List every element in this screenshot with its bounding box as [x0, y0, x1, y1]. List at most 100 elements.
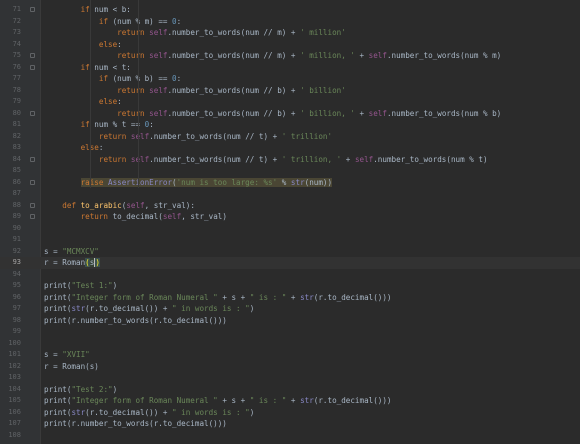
code-line[interactable]: 95 print("Test 1:")	[0, 280, 580, 292]
code-token: )	[249, 304, 255, 313]
code-token: self	[130, 131, 150, 141]
line-number: 71	[12, 5, 21, 13]
code-line[interactable]: 94	[0, 269, 580, 281]
code-line[interactable]: 90	[0, 223, 580, 235]
line-number: 102	[8, 361, 21, 370]
code-line[interactable]: 79 else:	[0, 96, 580, 108]
code-token: str	[300, 292, 314, 302]
code-line[interactable]: 75 return self.number_to_words(num // m)…	[0, 50, 580, 62]
code-token: )	[94, 258, 100, 267]
code-line[interactable]: 99	[0, 326, 580, 338]
code-text: else:	[44, 96, 122, 108]
code-line[interactable]: 89 return to_decimal(self, str_val)	[0, 211, 580, 223]
code-line[interactable]: 92 s = "MCMXCV"	[0, 246, 580, 258]
code-text: if num < b:	[44, 4, 131, 16]
code-line[interactable]: 86 raise AssertionError('num is too larg…	[0, 177, 580, 189]
code-line[interactable]: 108	[0, 430, 580, 442]
code-line[interactable]: 73 return self.number_to_words(num // m)…	[0, 27, 580, 39]
code-token: print(r.number_to_words(r.to_decimal()))	[44, 419, 227, 428]
fold-marker-icon[interactable]	[30, 202, 35, 208]
code-token: " in words is : "	[172, 407, 250, 417]
code-line[interactable]: 107 print(r.number_to_words(r.to_decimal(…	[0, 418, 580, 430]
code-line[interactable]: 104 print("Test 2:")	[0, 384, 580, 396]
code-text: print("Test 1:")	[44, 280, 117, 292]
fold-marker-icon[interactable]	[30, 110, 35, 116]
code-line[interactable]: 101 s = "XVII"	[0, 349, 580, 361]
code-line[interactable]: 72 if (num % m) == 0:	[0, 16, 580, 28]
indent-guide	[138, 0, 139, 188]
code-token: )	[112, 281, 118, 290]
code-line[interactable]: 96 print("Integer form of Roman Numeral "…	[0, 292, 580, 304]
code-line[interactable]: 76 if num < t:	[0, 62, 580, 74]
code-token: str	[290, 177, 305, 187]
line-number: 83	[12, 143, 21, 151]
code-line[interactable]: 81 if num % t == 0:	[0, 119, 580, 131]
code-token: .number_to_words(num // b) +	[167, 108, 301, 118]
fold-marker-icon[interactable]	[30, 214, 35, 219]
code-token: 'num is too large: %s'	[176, 177, 278, 187]
code-line[interactable]: 91	[0, 234, 580, 246]
code-line[interactable]: 87	[0, 188, 580, 200]
code-line[interactable]: 83 else:	[0, 142, 580, 154]
code-line[interactable]: 74 else:	[0, 39, 580, 51]
code-line[interactable]: 100	[0, 338, 580, 350]
code-token: .number_to_words(num // t) +	[149, 154, 282, 164]
code-token: +	[341, 154, 355, 164]
code-text: print(r.number_to_words(r.to_decimal()))	[44, 315, 227, 327]
code-token: (num))	[304, 177, 333, 187]
line-number: 92	[12, 246, 21, 255]
code-token: AssertionError	[108, 177, 173, 187]
fold-marker-icon[interactable]	[30, 156, 35, 162]
code-token: self	[149, 28, 168, 37]
code-token: to_decimal(	[108, 212, 163, 221]
code-line[interactable]: 78 return self.number_to_words(num // b)…	[0, 85, 580, 97]
code-token: (	[172, 177, 177, 187]
code-token: self	[354, 154, 374, 164]
code-token: .number_to_words(num // b) +	[167, 85, 301, 95]
code-text: print("Test 2:")	[44, 384, 117, 396]
fold-marker-icon[interactable]	[30, 64, 35, 70]
line-number: 96	[12, 292, 21, 301]
code-line[interactable]: 84 return self.number_to_words(num // t)…	[0, 154, 580, 166]
fold-marker-icon[interactable]	[30, 7, 35, 12]
code-token: return	[98, 131, 127, 141]
code-line[interactable]: 105 print("Integer form of Roman Numeral …	[0, 395, 580, 407]
code-text: if (num % b) == 0:	[44, 73, 181, 85]
code-line[interactable]: 93 r = Roman(s)	[0, 257, 580, 269]
code-token: if	[80, 5, 90, 14]
code-token: print(	[44, 396, 72, 405]
code-line[interactable]: 71 if num < b:	[0, 4, 580, 16]
code-token: self	[149, 108, 168, 118]
code-line[interactable]: 103	[0, 372, 580, 384]
code-line[interactable]: 80 return self.number_to_words(num // b)…	[0, 108, 580, 120]
code-token: "Test 2:"	[71, 384, 113, 394]
code-line[interactable]: 85	[0, 165, 580, 177]
code-token: self	[130, 154, 150, 164]
code-line[interactable]: 82 return self.number_to_words(num // t)…	[0, 131, 580, 143]
code-line[interactable]: 97 print(str(r.to_decimal()) + " in words…	[0, 303, 580, 315]
code-text: print(str(r.to_decimal()) + " in words i…	[44, 303, 254, 315]
code-line[interactable]: 88 def to_arabic(self, str_val):	[0, 200, 580, 212]
line-number: 93	[12, 258, 21, 266]
code-line[interactable]: 106 print(str(r.to_decimal()) + " in word…	[0, 407, 580, 419]
fold-marker-icon[interactable]	[30, 53, 35, 58]
code-token: s =	[44, 246, 63, 256]
code-line[interactable]: 102 r = Roman(s)	[0, 361, 580, 373]
code-text: if (num % m) == 0:	[44, 16, 181, 28]
code-line[interactable]: 98 print(r.number_to_words(r.to_decimal()…	[0, 315, 580, 327]
code-line[interactable]: 77 if (num % b) == 0:	[0, 73, 580, 85]
code-token: return	[117, 108, 145, 118]
code-token: .number_to_words(num % b)	[386, 108, 502, 118]
line-number: 100	[8, 338, 21, 347]
code-token: self	[126, 200, 145, 210]
code-token: "MCMXCV"	[62, 246, 99, 256]
code-token: print(r.number_to_words(r.to_decimal()))	[44, 315, 227, 325]
code-token: return	[80, 212, 109, 221]
line-number: 75	[12, 51, 21, 59]
code-editor[interactable]: 71 if num < b: 72 if (num % m) == 0: 73 re…	[0, 0, 580, 444]
code-token: self	[149, 85, 168, 95]
code-token: print(	[44, 292, 72, 302]
code-token: else	[98, 97, 118, 106]
fold-marker-icon[interactable]	[30, 179, 35, 185]
